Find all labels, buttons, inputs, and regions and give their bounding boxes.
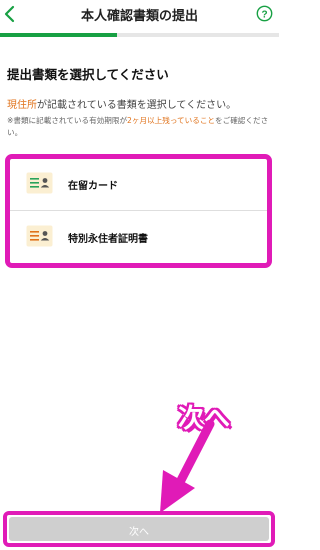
help-button[interactable]: ? (256, 5, 273, 22)
question-circle-icon: ? (256, 5, 273, 22)
next-button-highlight: 次へ (3, 511, 275, 547)
svg-text:?: ? (261, 9, 267, 20)
page-title: 本人確認書類の提出 (80, 9, 198, 24)
id-card-icon (26, 225, 53, 247)
section-title: 提出書類を選択してください (7, 67, 169, 82)
document-label: 特別永住者証明書 (68, 234, 148, 245)
instruction-text: 現住所が記載されている書類を選択してください。 (7, 96, 236, 111)
expiry-note-highlight: 2ヶ月以上残っていること (127, 116, 216, 125)
document-option-residence-card[interactable]: 在留カード (10, 159, 267, 211)
document-option-special-permanent-resident[interactable]: 特別永住者証明書 (10, 212, 267, 264)
expiry-note: ※書類に記載されている有効期限が2ヶ月以上残っていることをご確認ください。 (7, 115, 273, 139)
header-bar: 本人確認書類の提出 ? (0, 0, 279, 30)
annotation-arrow-icon (160, 419, 215, 513)
back-button[interactable] (2, 4, 20, 24)
next-button[interactable]: 次へ (9, 517, 269, 541)
expiry-note-prefix: ※書類に記載されている有効期限が (7, 116, 128, 125)
next-button-label: 次へ (129, 527, 149, 538)
instruction-highlight: 現住所 (7, 100, 37, 111)
progress-fill (0, 33, 118, 37)
id-card-icon (26, 172, 53, 194)
progress-bar (0, 33, 279, 37)
instruction-rest: が記載されている書類を選択してください。 (37, 100, 237, 111)
document-label: 在留カード (68, 181, 118, 192)
document-options-highlight: 在留カード 特別永住者証明書 (5, 154, 272, 268)
chevron-left-icon (4, 5, 15, 23)
